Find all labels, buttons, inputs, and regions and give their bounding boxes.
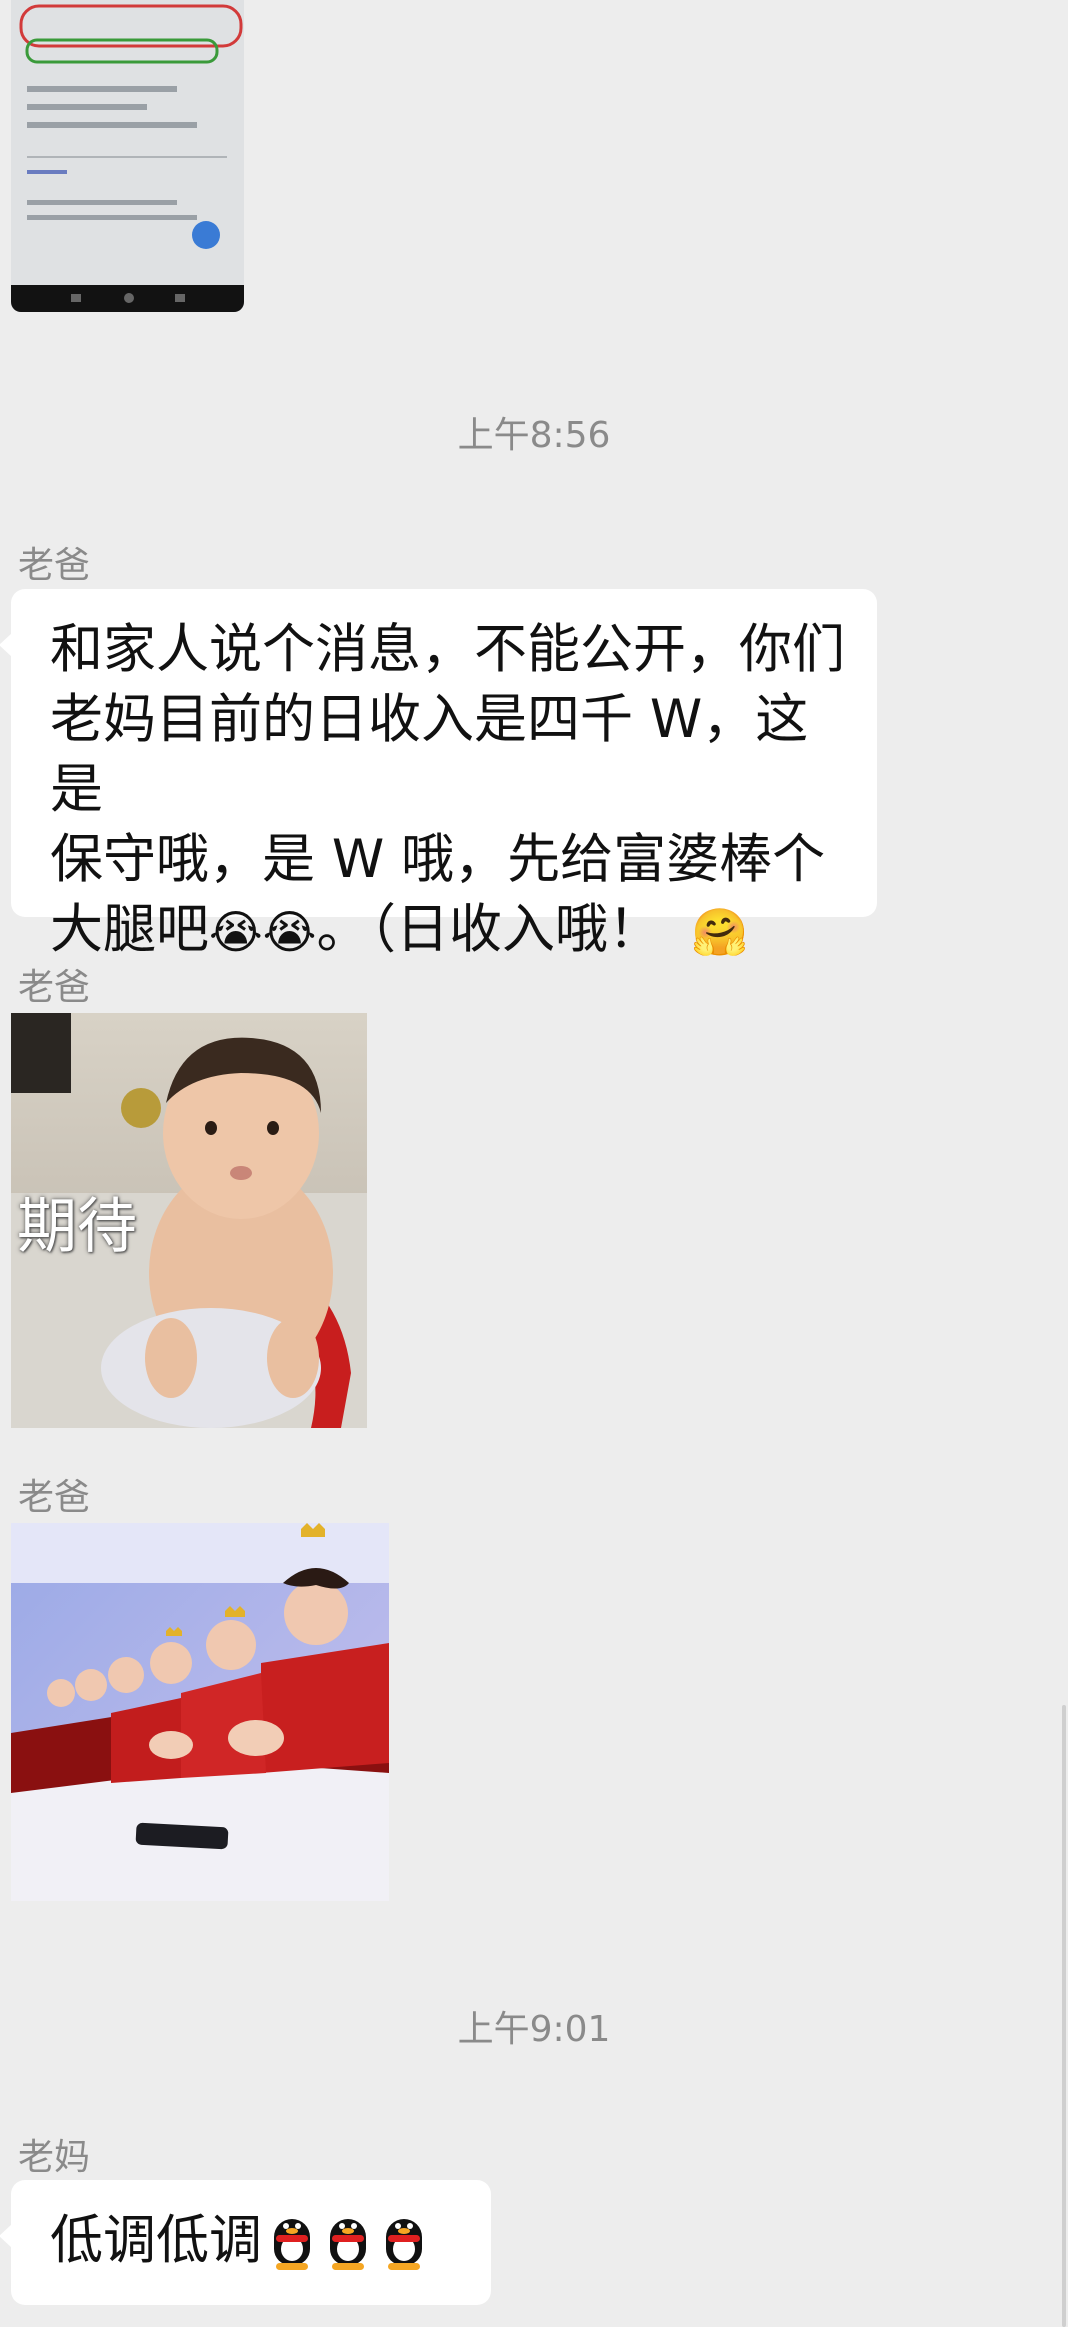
message-bubble[interactable]: 和家人说个消息，不能公开，你们 老妈目前的日收入是四千 W，这是 保守哦，是 W… <box>0 589 877 960</box>
scrollbar[interactable] <box>1062 1705 1066 2327</box>
shared-screenshot-image[interactable] <box>11 0 244 312</box>
sender-name: 老妈 <box>18 2137 91 2178</box>
timestamp: 上午9:01 <box>457 2009 611 2050</box>
qq-penguin-icon <box>322 2215 374 2271</box>
message-line-last: 大腿吧😭😭。（日收入哦！ 🤗 <box>50 895 857 967</box>
qq-penguin-icon <box>266 2215 318 2271</box>
sticker-caption: 期待 <box>17 1192 137 1262</box>
sender-name: 老爸 <box>18 545 91 586</box>
qq-penguin-icon <box>378 2215 430 2271</box>
message-line: 和家人说个消息，不能公开，你们 <box>50 619 845 680</box>
message-text: 大腿吧 <box>50 899 209 960</box>
message-text: 低调低调 <box>50 2210 262 2271</box>
sticker-image[interactable]: 期待 <box>11 1013 367 1428</box>
message-bubble[interactable]: 低调低调 <box>0 2180 491 2305</box>
sender-name: 老爸 <box>18 967 91 1008</box>
message-line: 老妈目前的日收入是四千 W，这是 <box>50 689 809 820</box>
message-line: 保守哦，是 W 哦，先给富婆棒个 <box>50 829 826 890</box>
timestamp: 上午8:56 <box>457 415 611 456</box>
applause-group-photo <box>11 1523 389 1901</box>
applause-photo[interactable] <box>11 1523 389 1901</box>
bubble-tail <box>0 633 12 657</box>
laugh-cry-emoji: 😭 <box>262 905 317 960</box>
message-text: 。（日收入哦！ <box>316 899 662 960</box>
hug-emoji: 🤗 <box>691 905 749 960</box>
sender-name: 老爸 <box>18 1477 91 1518</box>
bubble-tail <box>0 2224 12 2248</box>
laugh-cry-emoji: 😭 <box>209 905 263 960</box>
screenshot-thumbnail <box>11 0 244 312</box>
